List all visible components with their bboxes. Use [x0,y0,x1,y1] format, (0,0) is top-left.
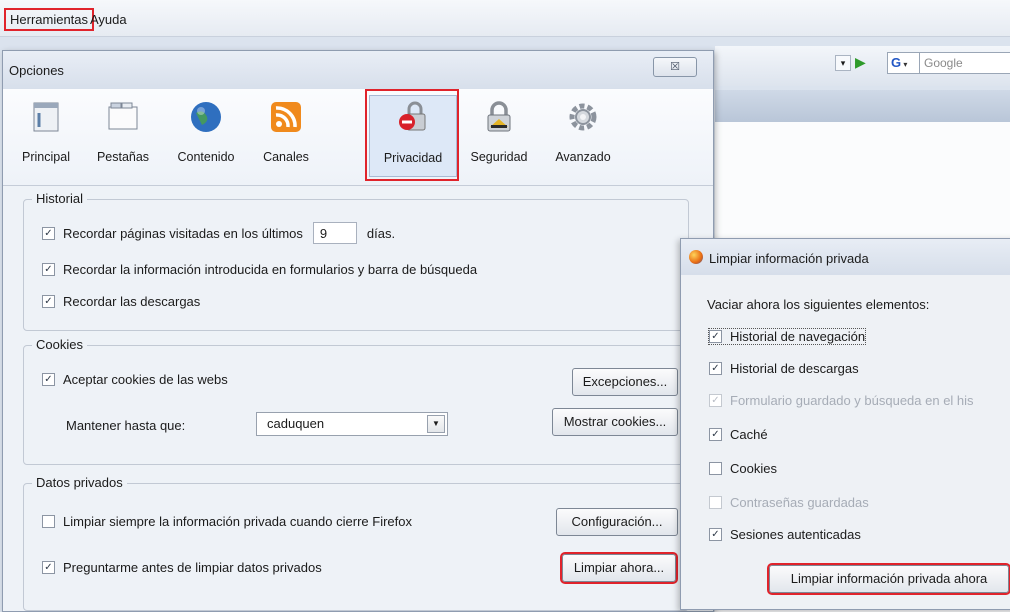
private-data-group: Datos privados Limpiar siempre la inform… [23,475,689,611]
search-engine-selector[interactable]: G ▾ [887,52,920,74]
clear-private-data-now-button[interactable]: Limpiar información privada ahora [767,563,1010,595]
always-clear-row: Limpiar siempre la información privada c… [42,514,412,529]
clear-item-label: Formulario guardado y búsqueda en el his [730,393,974,408]
private-data-caption: Datos privados [32,475,127,490]
accept-cookies-label: Aceptar cookies de las webs [63,372,228,387]
pane-canales[interactable]: Canales [253,95,319,175]
clear-dialog-title: Limpiar información privada [709,251,869,266]
clear-item-cookies[interactable]: Cookies [709,461,777,476]
clear-item-label: Historial de descargas [730,361,859,376]
gear-icon [569,103,597,131]
exceptions-button[interactable]: Excepciones... [572,368,678,396]
window-icon [33,102,59,132]
google-g-icon: G [891,55,902,70]
historial-group: Historial ✓ Recordar páginas visitadas e… [23,191,689,331]
clear-item-label: Sesiones autenticadas [730,527,861,542]
clear-item-label: Historial de navegación [730,329,866,344]
pane-seguridad[interactable]: Seguridad [461,95,537,175]
history-days-input[interactable]: 9 [312,222,357,244]
keep-until-value: caduquen [267,416,325,431]
ask-before-label: Preguntarme antes de limpiar datos priva… [63,560,322,575]
always-clear-checkbox[interactable] [42,515,55,528]
browser-menubar: Herramientas Ayuda [0,0,1010,37]
clear-item-historial-descargas[interactable]: ✓ Historial de descargas [709,361,859,376]
remember-forms-row: ✓ Recordar la información introducida en… [42,262,477,277]
historial-caption: Historial [32,191,87,206]
options-titlebar: Opciones ☒ [3,51,713,89]
firefox-icon [689,250,703,264]
clear-item-contrasenas: Contraseñas guardadas [709,495,869,510]
options-dialog: Opciones ☒ Principal Pestañas Contenido … [2,50,714,612]
always-clear-label: Limpiar siempre la información privada c… [63,514,412,529]
options-title: Opciones [9,63,64,78]
clear-item-checkbox [709,496,722,509]
remember-downloads-label: Recordar las descargas [63,294,201,309]
clear-item-historial-navegacion[interactable]: ✓ Historial de navegación [707,328,867,345]
keep-until-row: Mantener hasta que: caduquen ▼ [66,412,466,436]
clear-item-label: Contraseñas guardadas [730,495,869,510]
clear-item-formulario: ✓ Formulario guardado y búsqueda en el h… [709,393,974,408]
browser-tabstrip [715,90,1010,122]
accept-cookies-row: ✓ Aceptar cookies de las webs [42,372,228,387]
days-unit-label: días. [366,225,396,241]
keep-until-label: Mantener hasta que: [66,417,186,433]
pane-contenido[interactable]: Contenido [165,95,247,175]
pane-label-contenido: Contenido [177,150,235,164]
padlock-icon [487,101,511,132]
remember-pages-checkbox[interactable]: ✓ [42,226,55,240]
chevron-down-icon: ▼ [427,415,445,433]
pane-pestanas[interactable]: Pestañas [87,95,159,175]
menu-ayuda[interactable]: Ayuda [86,10,131,29]
clear-instruction: Vaciar ahora los siguientes elementos: [707,297,930,312]
menu-herramientas[interactable]: Herramientas [3,8,95,31]
globe-icon [191,102,221,132]
settings-button[interactable]: Configuración... [556,508,678,536]
clear-item-label: Cookies [730,461,777,476]
go-arrow-icon[interactable]: ▶ [855,54,871,70]
clear-item-label: Caché [730,427,768,442]
ask-before-row: ✓ Preguntarme antes de limpiar datos pri… [42,560,322,575]
accept-cookies-checkbox[interactable]: ✓ [42,373,55,386]
close-button[interactable]: ☒ [653,57,697,77]
clear-item-cache[interactable]: ✓ Caché [709,427,768,442]
clear-item-checkbox[interactable] [709,462,722,475]
show-cookies-button[interactable]: Mostrar cookies... [552,408,678,436]
clear-item-checkbox[interactable]: ✓ [709,330,722,343]
remember-forms-label: Recordar la información introducida en f… [63,262,478,277]
remember-pages-label: Recordar páginas visitadas en los último… [63,225,303,241]
tabs-icon [108,102,138,130]
clear-dialog-titlebar: Limpiar información privada [681,239,1010,275]
cookies-group: Cookies ✓ Aceptar cookies de las webs Ex… [23,337,689,465]
search-input[interactable]: Google [919,52,1010,74]
clear-item-checkbox: ✓ [709,394,722,407]
preferences-pane-bar: Principal Pestañas Contenido Canales Pri… [3,89,713,186]
pane-avanzado[interactable]: Avanzado [545,95,621,175]
clear-now-button[interactable]: Limpiar ahora... [560,552,678,584]
clear-private-data-dialog: Limpiar información privada Vaciar ahora… [680,238,1010,610]
cookies-caption: Cookies [32,337,87,352]
pane-label-canales: Canales [263,150,309,164]
clear-item-checkbox[interactable]: ✓ [709,528,722,541]
clear-item-checkbox[interactable]: ✓ [709,428,722,441]
url-dropdown-icon[interactable]: ▾ [835,55,851,71]
remember-pages-row: ✓ Recordar páginas visitadas en los últi… [42,222,395,244]
pane-label-principal: Principal [22,150,70,164]
pane-label-avanzado: Avanzado [555,150,611,164]
browser-toolbar: ▾ ▶ G ▾ Google [715,46,1010,86]
pane-label-pestanas: Pestañas [96,150,150,164]
ask-before-checkbox[interactable]: ✓ [42,561,55,574]
remember-forms-checkbox[interactable]: ✓ [42,263,55,276]
rss-icon [271,102,301,132]
pane-principal[interactable]: Principal [11,95,81,175]
clear-item-sesiones[interactable]: ✓ Sesiones autenticadas [709,527,861,542]
close-icon: ☒ [670,61,680,73]
privacy-highlight-box [365,89,459,181]
remember-downloads-checkbox[interactable]: ✓ [42,295,55,308]
pane-label-seguridad: Seguridad [470,150,528,164]
keep-until-select[interactable]: caduquen ▼ [256,412,448,436]
remember-downloads-row: ✓ Recordar las descargas [42,294,200,309]
clear-item-checkbox[interactable]: ✓ [709,362,722,375]
